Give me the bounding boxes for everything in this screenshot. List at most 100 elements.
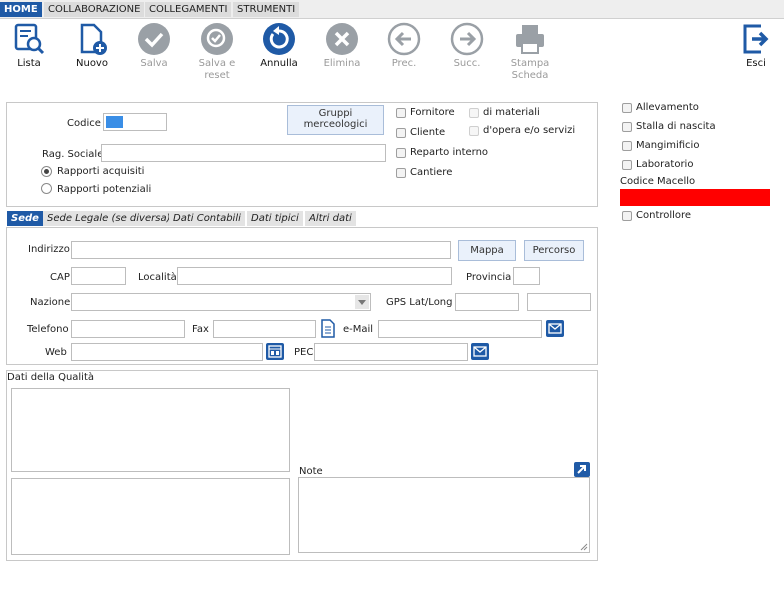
save-reset-icon [201, 23, 233, 55]
delete-icon [326, 23, 358, 55]
cantiere-checkbox[interactable] [396, 168, 406, 178]
exit-icon [743, 24, 769, 54]
send-pec-icon[interactable] [471, 343, 489, 360]
tab-dati-tipici[interactable]: Dati tipici [247, 211, 304, 226]
rag-sociale-label: Rag. Sociale [42, 149, 104, 160]
gps-long-field[interactable] [527, 293, 591, 311]
di-materiali-checkbox[interactable] [469, 108, 479, 118]
nazione-select[interactable] [71, 293, 371, 311]
arrow-left-icon [387, 22, 421, 56]
pec-label: PEC [294, 347, 314, 358]
reparto-interno-checkbox[interactable] [396, 148, 406, 158]
web-label: Web [45, 347, 67, 358]
nuovo-button[interactable]: Nuovo [64, 22, 120, 70]
rapporti-acquisiti-label: Rapporti acquisiti [57, 166, 145, 177]
indirizzo-label: Indirizzo [28, 244, 70, 255]
qualita-title: Dati della Qualità [7, 372, 95, 383]
tab-strumenti[interactable]: STRUMENTI [233, 2, 300, 17]
new-document-icon [80, 23, 107, 55]
annulla-button[interactable]: Annulla [251, 22, 307, 70]
note-label: Note [299, 466, 323, 477]
esci-label: Esci [746, 58, 766, 69]
salva-button[interactable]: Salva [126, 22, 182, 70]
cantiere-label: Cantiere [410, 167, 453, 178]
gps-lat-field[interactable] [455, 293, 519, 311]
tab-collegamenti[interactable]: COLLEGAMENTI [145, 2, 232, 17]
rapporti-acquisiti-radio[interactable] [41, 166, 52, 177]
succ-label: Succ. [453, 58, 481, 69]
email-field[interactable] [378, 320, 542, 338]
laboratorio-checkbox[interactable] [622, 160, 632, 170]
provincia-field[interactable] [513, 267, 540, 285]
telefono-label: Telefono [27, 324, 69, 335]
document-icon[interactable] [319, 319, 337, 338]
printer-icon [516, 25, 544, 54]
prec-button[interactable]: Prec. [376, 22, 432, 70]
controllore-checkbox[interactable] [622, 211, 632, 221]
pec-field[interactable] [314, 343, 468, 361]
cliente-checkbox[interactable] [396, 128, 406, 138]
nazione-label: Nazione [30, 297, 71, 308]
allevamento-checkbox[interactable] [622, 103, 632, 113]
provincia-label: Provincia [466, 272, 512, 283]
d-opera-checkbox[interactable] [469, 126, 479, 136]
stalla-label: Stalla di nascita [636, 121, 716, 132]
stampa-label-1: Stampa [510, 58, 550, 69]
esci-button[interactable]: Esci [728, 22, 784, 70]
cap-field[interactable] [71, 267, 126, 285]
note-textarea[interactable] [298, 477, 590, 553]
tab-sede-legale[interactable]: Sede Legale (se diversa) [43, 211, 176, 226]
tab-altri-dati[interactable]: Altri dati [305, 211, 357, 226]
fornitore-checkbox[interactable] [396, 108, 406, 118]
localita-label: Località [138, 272, 177, 283]
rag-sociale-field[interactable] [101, 144, 386, 162]
top-menu-bar: HOME COLLABORAZIONE COLLEGAMENTI STRUMEN… [0, 0, 784, 19]
gruppi-merceologici-button[interactable]: Gruppi merceologici [287, 105, 384, 135]
elimina-label: Elimina [323, 58, 361, 69]
tab-collaborazione[interactable]: COLLABORAZIONE [44, 2, 145, 17]
codice-macello-field[interactable] [620, 189, 770, 206]
localita-field[interactable] [177, 267, 452, 285]
salva-reset-label-2: reset [204, 70, 230, 81]
stampa-scheda-button[interactable]: Stampa Scheda [502, 22, 558, 82]
fax-field[interactable] [213, 320, 316, 338]
salva-reset-button[interactable]: Salva e reset [189, 22, 245, 82]
tab-home[interactable]: HOME [0, 2, 42, 17]
percorso-button[interactable]: Percorso [524, 240, 584, 261]
codice-color-swatch [106, 116, 123, 128]
mappa-button[interactable]: Mappa [458, 240, 516, 261]
tab-sede[interactable]: Sede [7, 211, 44, 226]
chevron-down-icon[interactable] [355, 295, 369, 309]
fornitore-label: Fornitore [410, 107, 455, 118]
d-opera-label: d'opera e/o servizi [483, 125, 576, 136]
stalla-checkbox[interactable] [622, 122, 632, 132]
elimina-button[interactable]: Elimina [314, 22, 370, 70]
rapporti-potenziali-radio[interactable] [41, 183, 52, 194]
codice-macello-label: Codice Macello [620, 176, 696, 187]
qualita-textarea-1[interactable] [11, 388, 290, 472]
rapporti-potenziali-label: Rapporti potenziali [57, 184, 152, 195]
resize-handle-icon[interactable] [580, 543, 588, 551]
expand-icon[interactable] [574, 462, 590, 477]
lista-button[interactable]: Lista [1, 22, 57, 70]
mangimificio-label: Mangimificio [636, 140, 700, 151]
succ-button[interactable]: Succ. [439, 22, 495, 70]
mangimificio-checkbox[interactable] [622, 141, 632, 151]
indirizzo-field[interactable] [71, 241, 451, 259]
browser-icon[interactable] [266, 343, 284, 360]
email-label: e-Mail [343, 324, 374, 335]
lista-label: Lista [17, 58, 41, 69]
reparto-interno-label: Reparto interno [410, 147, 489, 158]
di-materiali-label: di materiali [483, 107, 540, 118]
send-email-icon[interactable] [546, 320, 564, 337]
qualita-textarea-2[interactable] [11, 478, 290, 555]
fax-label: Fax [192, 324, 209, 335]
codice-field[interactable] [103, 113, 167, 131]
gps-label: GPS Lat/Long [386, 297, 453, 308]
annulla-label: Annulla [260, 58, 298, 69]
web-field[interactable] [71, 343, 263, 361]
tab-dati-contabili[interactable]: Dati Contabili [169, 211, 246, 226]
list-search-icon [14, 23, 45, 55]
telefono-field[interactable] [71, 320, 185, 338]
gruppi-label-1: Gruppi [318, 108, 353, 119]
